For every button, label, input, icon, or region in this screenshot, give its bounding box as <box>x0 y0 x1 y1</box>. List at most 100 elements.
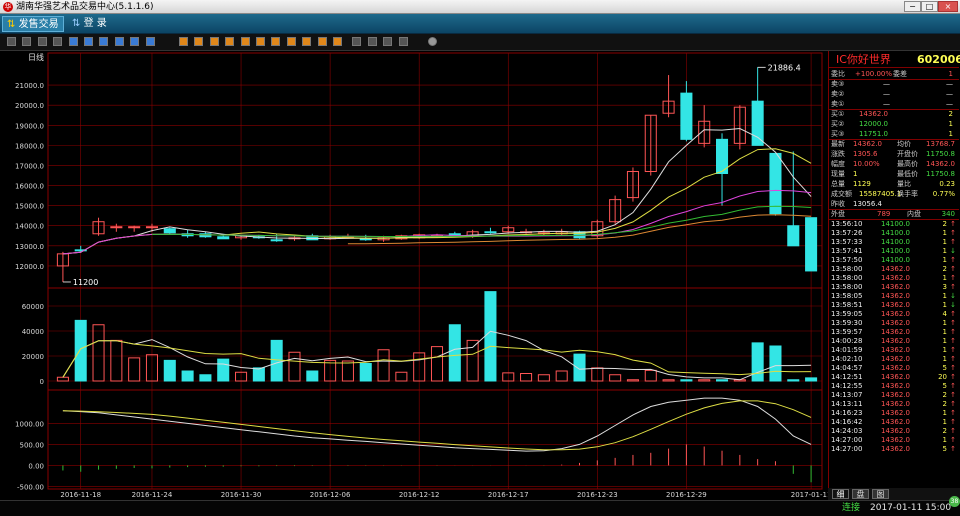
tab-detail[interactable]: 细 <box>832 489 849 499</box>
outer-value: 789 <box>877 210 891 218</box>
orange-icon[interactable] <box>241 37 250 46</box>
tick-volume: 1 <box>942 274 947 282</box>
tick-time: 14:12:51 <box>831 373 863 381</box>
tick-time: 14:16:42 <box>831 418 863 426</box>
candle <box>163 228 176 234</box>
orange-icon[interactable] <box>318 37 327 46</box>
vol-tick-label: 20000 <box>22 353 44 361</box>
orange-icon[interactable] <box>271 37 280 46</box>
candle <box>484 231 497 234</box>
level-volume: 1 <box>948 130 953 138</box>
quote-row: 13:56:10 14100.0 2 ↑ <box>829 220 959 229</box>
calendar-icon[interactable] <box>53 37 62 46</box>
tick-time: 13:59:57 <box>831 328 863 336</box>
tick-time: 13:58:00 <box>831 274 863 282</box>
stat-label: 涨跌 <box>831 150 845 158</box>
tick-volume: 2 <box>942 400 947 408</box>
level-price: — <box>883 80 890 88</box>
orange-icon[interactable] <box>333 37 342 46</box>
tick-time: 14:01:59 <box>831 346 863 354</box>
volume-bar <box>787 379 800 382</box>
draw-icon[interactable] <box>399 37 408 46</box>
quote-row: 幅度 10.00% 最高价 14362.0 <box>829 160 959 169</box>
tick-time: 13:58:00 <box>831 283 863 291</box>
quote-row: 买③ 11751.0 1 <box>829 130 959 139</box>
zoom-out-icon[interactable] <box>383 37 392 46</box>
volume-bar <box>377 349 390 382</box>
arrow-up-icon: ↑ <box>950 445 956 453</box>
notes-icon[interactable] <box>352 37 361 46</box>
orange-icon[interactable] <box>225 37 234 46</box>
tick-price: 14362.0 <box>881 418 910 426</box>
window-title: 湖南华强艺术品交易中心(5.1.1.6) <box>16 2 154 12</box>
bar-chart-icon[interactable] <box>7 37 16 46</box>
menu-trade[interactable]: ⇅ 发售交易 <box>2 16 64 32</box>
volume-bar <box>92 324 105 382</box>
vol-tick-label: 40000 <box>22 328 44 336</box>
tick-price: 14362.0 <box>881 373 910 381</box>
tick-price: 14362.0 <box>881 337 910 345</box>
volume-bar <box>609 374 622 382</box>
minimize-button[interactable]: − <box>904 1 921 12</box>
window-icon[interactable] <box>115 37 124 46</box>
tab-chart[interactable]: 图 <box>872 489 889 499</box>
quote-row: 13:59:05 14362.0 4 ↑ <box>829 310 959 319</box>
order-diff-value: 1 <box>948 70 953 78</box>
window-icon[interactable] <box>130 37 139 46</box>
maximize-button[interactable]: □ <box>921 1 938 12</box>
orange-icon[interactable] <box>194 37 203 46</box>
level-price: — <box>883 90 890 98</box>
tick-volume: 1 <box>942 346 947 354</box>
volume-bar <box>56 376 69 382</box>
outer-label: 外盘 <box>831 210 845 218</box>
arrow-up-icon: ↑ <box>950 256 956 264</box>
candle <box>805 217 818 272</box>
orange-icon[interactable] <box>179 37 188 46</box>
date-label: 2016-11-30 <box>221 491 262 499</box>
orange-icon[interactable] <box>256 37 265 46</box>
level-volume: — <box>946 90 953 98</box>
quote-row: 14:02:10 14362.0 1 ↑ <box>829 355 959 364</box>
arrow-down-icon: ↓ <box>950 247 956 255</box>
tick-volume: 1 <box>942 292 947 300</box>
status-bar: 连接 2017-01-11 15:00 <box>0 500 960 516</box>
settings-icon[interactable] <box>428 37 437 46</box>
volume-bar <box>306 370 319 382</box>
volume-bar <box>199 374 212 382</box>
quote-row: 13:58:00 14362.0 3 ↑ <box>829 283 959 292</box>
kline-chart[interactable]: 21000.0 20000.0 19000.0 18000.0 17000.0 16000… <box>0 51 828 500</box>
orange-icon[interactable] <box>287 37 296 46</box>
close-button[interactable]: × <box>938 1 958 12</box>
tab-orderbook[interactable]: 盘 <box>852 489 869 499</box>
level-price: 12000.0 <box>859 120 888 128</box>
price-tick-label: 20000.0 <box>15 102 44 110</box>
menu-login[interactable]: ⇅ 登 录 <box>72 16 122 32</box>
tick-volume: 1 <box>942 238 947 246</box>
quote-row: 13:58:00 14362.0 2 ↑ <box>829 265 959 274</box>
notification-badge[interactable]: 38 <box>949 496 960 507</box>
line-chart-icon[interactable] <box>22 37 31 46</box>
orange-icon[interactable] <box>210 37 219 46</box>
tick-time: 13:57:26 <box>831 229 863 237</box>
zoom-box-icon[interactable] <box>69 37 78 46</box>
volume-bar <box>128 357 141 382</box>
tick-price: 14100.0 <box>881 229 910 237</box>
grid-icon[interactable] <box>84 37 93 46</box>
tick-time: 14:27:00 <box>831 445 863 453</box>
tick-time: 14:12:55 <box>831 382 863 390</box>
window-icon[interactable] <box>99 37 108 46</box>
stat-value: 14362.0 <box>853 140 882 148</box>
detail-tabs: 细 盘 图 <box>828 488 960 500</box>
tick-volume: 2 <box>942 265 947 273</box>
zoom-in-icon[interactable] <box>368 37 377 46</box>
close-box-icon[interactable] <box>146 37 155 46</box>
kline-icon[interactable] <box>38 37 47 46</box>
quote-row: 14:27:00 14362.0 1 ↑ <box>829 436 959 445</box>
arrow-up-icon: ↑ <box>950 220 956 228</box>
tick-volume: 1 <box>942 355 947 363</box>
arrow-up-icon: ↑ <box>950 265 956 273</box>
quote-row: 14:00:28 14362.0 1 ↑ <box>829 337 959 346</box>
sell-level-label: 卖② <box>831 90 845 98</box>
orange-icon[interactable] <box>302 37 311 46</box>
buy-level-label: 买① <box>831 110 845 118</box>
